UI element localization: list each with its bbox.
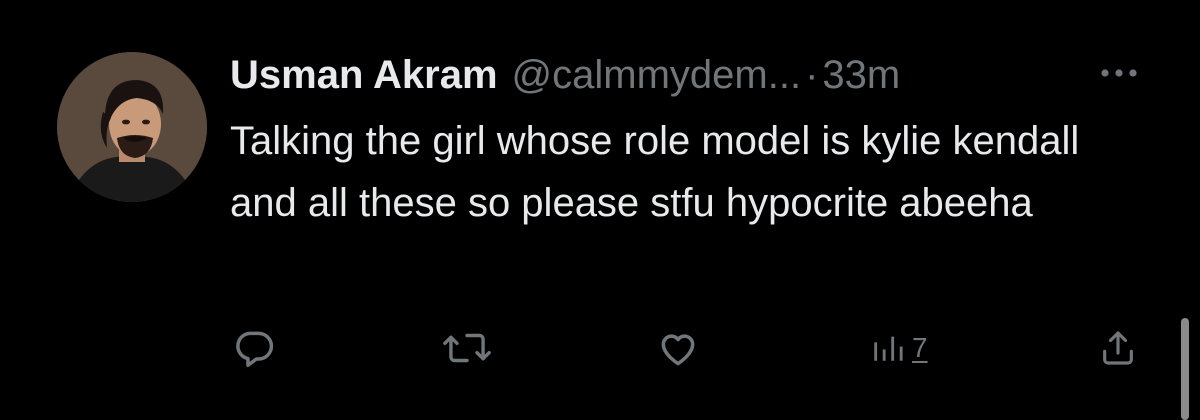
retweet-button[interactable] [442, 318, 492, 378]
tweet-actions: 7 [0, 318, 1200, 378]
views-count: 7 [912, 332, 928, 363]
separator-dot: · [805, 53, 819, 97]
scrollbar[interactable] [1181, 318, 1189, 420]
display-name[interactable]: Usman Akram [230, 50, 498, 100]
user-handle[interactable]: @calmmydem... [512, 50, 802, 100]
timestamp[interactable]: 33m [822, 50, 900, 100]
share-button[interactable] [1098, 318, 1138, 378]
reply-button[interactable] [232, 318, 276, 378]
views-button[interactable]: 7 [870, 318, 928, 378]
share-icon [1103, 331, 1133, 365]
like-button[interactable] [655, 318, 701, 378]
avatar[interactable] [57, 52, 207, 202]
heart-icon [661, 334, 695, 366]
tweet[interactable]: Usman Akram @calmmydem... · 33m Talking … [0, 0, 1200, 420]
more-icon [1101, 69, 1137, 77]
tweet-header: Usman Akram @calmmydem... · 33m [230, 50, 900, 100]
reply-icon [236, 331, 274, 367]
more-options-button[interactable] [1096, 56, 1142, 90]
tweet-text: Talking the girl whose role model is kyl… [230, 119, 1080, 225]
avatar-photo [57, 52, 207, 202]
analytics-icon [874, 336, 903, 361]
retweet-icon [443, 333, 491, 363]
